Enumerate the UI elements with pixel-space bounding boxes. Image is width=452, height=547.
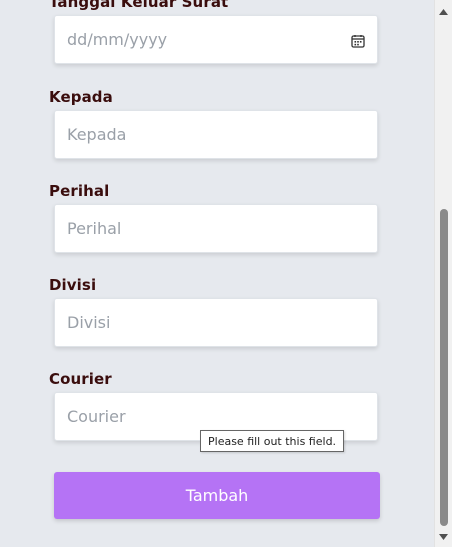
courier-input[interactable] [67,407,365,426]
perihal-label: Perihal [49,182,110,200]
vertical-scrollbar[interactable] [434,0,452,547]
form-container: Tanggal Keluar Surat dd/mm/yyyy Kepada P… [0,0,434,547]
perihal-field[interactable] [54,204,378,253]
divisi-input[interactable] [67,313,365,332]
scrollbar-thumb[interactable] [440,209,448,526]
kepada-label: Kepada [49,88,113,106]
tanggal-keluar-date-field[interactable]: dd/mm/yyyy [54,15,378,64]
tanggal-keluar-label: Tanggal Keluar Surat [49,0,229,11]
courier-label: Courier [49,370,112,388]
divisi-field[interactable] [54,298,378,347]
perihal-input[interactable] [67,219,365,238]
divisi-label: Divisi [49,276,97,294]
calendar-icon[interactable] [351,33,365,48]
date-placeholder: dd/mm/yyyy [67,30,168,49]
caret-down-icon[interactable] [435,529,452,545]
kepada-input[interactable] [67,125,365,144]
kepada-field[interactable] [54,110,378,159]
caret-up-icon[interactable] [435,4,452,20]
tambah-button[interactable]: Tambah [54,472,380,519]
validation-tooltip: Please fill out this field. [200,430,345,452]
